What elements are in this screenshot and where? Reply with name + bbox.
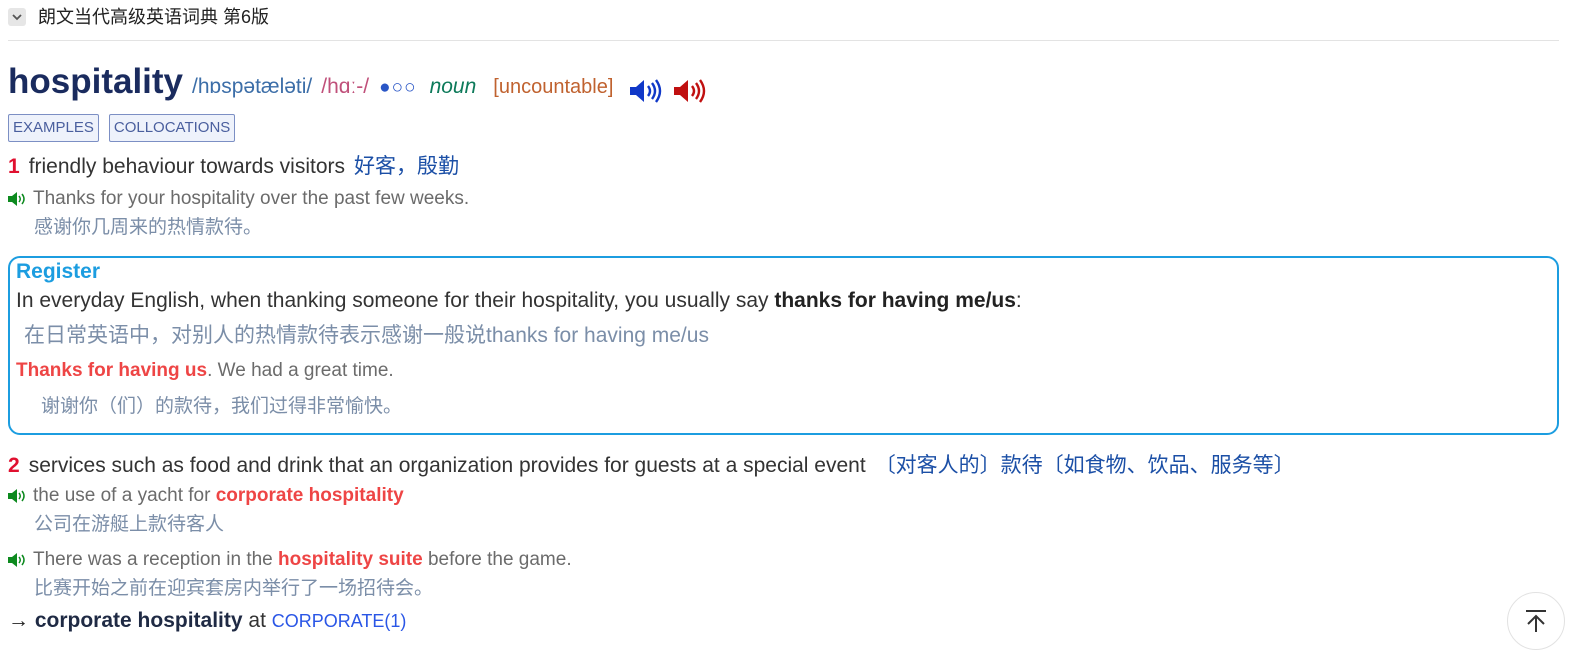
example-highlight: hospitality suite: [278, 549, 423, 570]
speaker-icon[interactable]: [8, 192, 28, 206]
tab-examples[interactable]: EXAMPLES: [8, 114, 99, 142]
dictionary-title[interactable]: 朗文当代高级英语词典 第6版: [38, 6, 269, 28]
cross-ref-link[interactable]: CORPORATE(1): [272, 611, 407, 631]
dictionary-header: 朗文当代高级英语词典 第6版: [8, 6, 1559, 41]
cross-reference: → corporate hospitality at CORPORATE(1): [8, 609, 1559, 633]
speaker-icon[interactable]: [8, 489, 28, 503]
cross-ref-arrow: →: [8, 609, 29, 632]
arrow-up-to-top-icon[interactable]: [1507, 592, 1565, 650]
sense-number: 2: [8, 454, 20, 477]
note-example: Thanks for having us. We had a great tim…: [16, 355, 1550, 387]
grammar-label: [uncountable]: [493, 76, 614, 98]
tab-collocations[interactable]: COLLOCATIONS: [108, 114, 236, 142]
headword: hospitality: [8, 62, 184, 101]
note-example-highlight: Thanks for having us: [16, 360, 208, 381]
sense-number: 1: [8, 155, 20, 178]
example-highlight: corporate hospitality: [215, 485, 404, 506]
example-text: Thanks for your hospitality over the pas…: [33, 188, 470, 209]
note-example-text: . We had a great time.: [207, 360, 394, 381]
speaker-blue-icon[interactable]: [629, 78, 663, 104]
example-sentence: the use of a yacht for corporate hospita…: [8, 483, 1559, 509]
example-text-end: before the game.: [422, 549, 572, 570]
example-text: the use of a yacht for: [33, 485, 216, 506]
sense-2: 2 services such as food and drink that a…: [8, 449, 1559, 481]
entry-headline: hospitality /hɒspətæləti/ /hɑː-/ ●○○ nou…: [8, 62, 1559, 108]
pronunciation-british: /hɒspətæləti/: [192, 75, 313, 98]
cross-ref-at: at: [248, 609, 266, 632]
note-body-colon: :: [1015, 289, 1022, 312]
example-sentence: Thanks for your hospitality over the pas…: [8, 186, 1559, 212]
example-text: There was a reception in the: [33, 549, 279, 570]
sense-translation: 好客，殷勤: [354, 155, 459, 178]
sense-translation: 〔对客人的〕款待〔如食物、饮品、服务等〕: [874, 454, 1295, 477]
chevron-down-icon[interactable]: [8, 8, 26, 26]
speaker-icon[interactable]: [8, 553, 28, 567]
sense-definition: services such as food and drink that an …: [28, 454, 866, 477]
note-body-text: In everyday English, when thanking someo…: [16, 289, 775, 312]
note-body: In everyday English, when thanking someo…: [16, 285, 1550, 317]
note-body-phrase: thanks for having me/us: [774, 289, 1016, 312]
example-sentence: There was a reception in the hospitality…: [8, 547, 1559, 573]
example-translation: 比赛开始之前在迎宾套房内举行了一场招待会。: [34, 578, 434, 599]
example-translation: 感谢你几周来的热情款待。: [34, 217, 263, 238]
pronunciation-american: /hɑː-/: [321, 75, 370, 98]
cross-ref-phrase: corporate hospitality: [34, 609, 243, 632]
part-of-speech: noun: [429, 75, 477, 98]
speaker-red-icon[interactable]: [673, 78, 707, 104]
note-title: Register: [16, 260, 101, 283]
entry-tabs: EXAMPLES COLLOCATIONS: [8, 114, 1559, 142]
sense-1: 1 friendly behaviour towards visitors 好客…: [8, 150, 1559, 180]
dictionary-entry: hospitality /hɒspətæləti/ /hɑː-/ ●○○ nou…: [8, 62, 1559, 633]
example-translation: 公司在游艇上款待客人: [34, 514, 225, 535]
sense-definition: friendly behaviour towards visitors: [28, 155, 345, 178]
frequency-indicator: ●○○: [379, 77, 417, 98]
note-example-translation: 谢谢你（们）的款待，我们过得非常愉快。: [41, 396, 403, 417]
note-translation: 在日常英语中，对别人的热情款待表示感谢一般说thanks for having …: [24, 324, 709, 347]
register-note: Register In everyday English, when thank…: [8, 256, 1559, 435]
